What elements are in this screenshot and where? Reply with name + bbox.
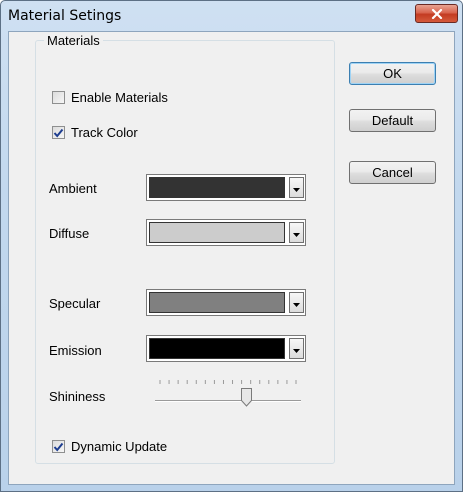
checkmark-icon bbox=[53, 442, 64, 452]
checkmark-icon bbox=[53, 128, 64, 138]
ok-button[interactable]: OK bbox=[349, 62, 436, 85]
ambient-dropdown-button[interactable] bbox=[289, 177, 304, 198]
dynamic-update-checkbox[interactable]: Dynamic Update bbox=[52, 439, 167, 454]
enable-materials-checkbox[interactable]: Enable Materials bbox=[52, 90, 168, 105]
dialog-window: Material Setings Materials Enable Materi… bbox=[0, 0, 463, 492]
chevron-down-icon bbox=[293, 225, 300, 240]
emission-dropdown-button[interactable] bbox=[289, 338, 304, 359]
checkbox-box bbox=[52, 126, 65, 139]
ambient-color-select[interactable] bbox=[146, 174, 306, 201]
slider-thumb[interactable] bbox=[240, 388, 252, 407]
checkbox-box bbox=[52, 440, 65, 453]
diffuse-swatch bbox=[149, 222, 285, 243]
cancel-button[interactable]: Cancel bbox=[349, 161, 436, 184]
emission-color-select[interactable] bbox=[146, 335, 306, 362]
emission-swatch bbox=[149, 338, 285, 359]
specular-color-select[interactable] bbox=[146, 289, 306, 316]
specular-swatch bbox=[149, 292, 285, 313]
emission-label: Emission bbox=[49, 343, 102, 358]
enable-materials-label: Enable Materials bbox=[71, 90, 168, 105]
shininess-slider[interactable] bbox=[155, 376, 305, 412]
shininess-label: Shininess bbox=[49, 389, 106, 404]
close-button[interactable] bbox=[415, 4, 458, 23]
close-icon bbox=[431, 8, 443, 19]
specular-dropdown-button[interactable] bbox=[289, 292, 304, 313]
checkbox-box bbox=[52, 91, 65, 104]
default-button[interactable]: Default bbox=[349, 109, 436, 132]
track-color-label: Track Color bbox=[71, 125, 138, 140]
dynamic-update-label: Dynamic Update bbox=[71, 439, 168, 454]
track-color-checkbox[interactable]: Track Color bbox=[52, 125, 138, 140]
specular-label: Specular bbox=[49, 296, 101, 311]
ambient-swatch bbox=[149, 177, 285, 198]
slider-ticks bbox=[159, 380, 297, 384]
diffuse-dropdown-button[interactable] bbox=[289, 222, 304, 243]
ambient-label: Ambient bbox=[49, 181, 97, 196]
slider-track bbox=[155, 400, 301, 402]
chevron-down-icon bbox=[293, 341, 300, 356]
chevron-down-icon bbox=[293, 295, 300, 310]
group-label: Materials bbox=[44, 33, 103, 48]
diffuse-label: Diffuse bbox=[49, 226, 90, 241]
window-title: Material Setings bbox=[8, 8, 122, 24]
chevron-down-icon bbox=[293, 180, 300, 195]
dialog-client-area: Materials Enable Materials Track Color A… bbox=[8, 31, 455, 485]
diffuse-color-select[interactable] bbox=[146, 219, 306, 246]
title-bar[interactable]: Material Setings bbox=[1, 1, 462, 31]
